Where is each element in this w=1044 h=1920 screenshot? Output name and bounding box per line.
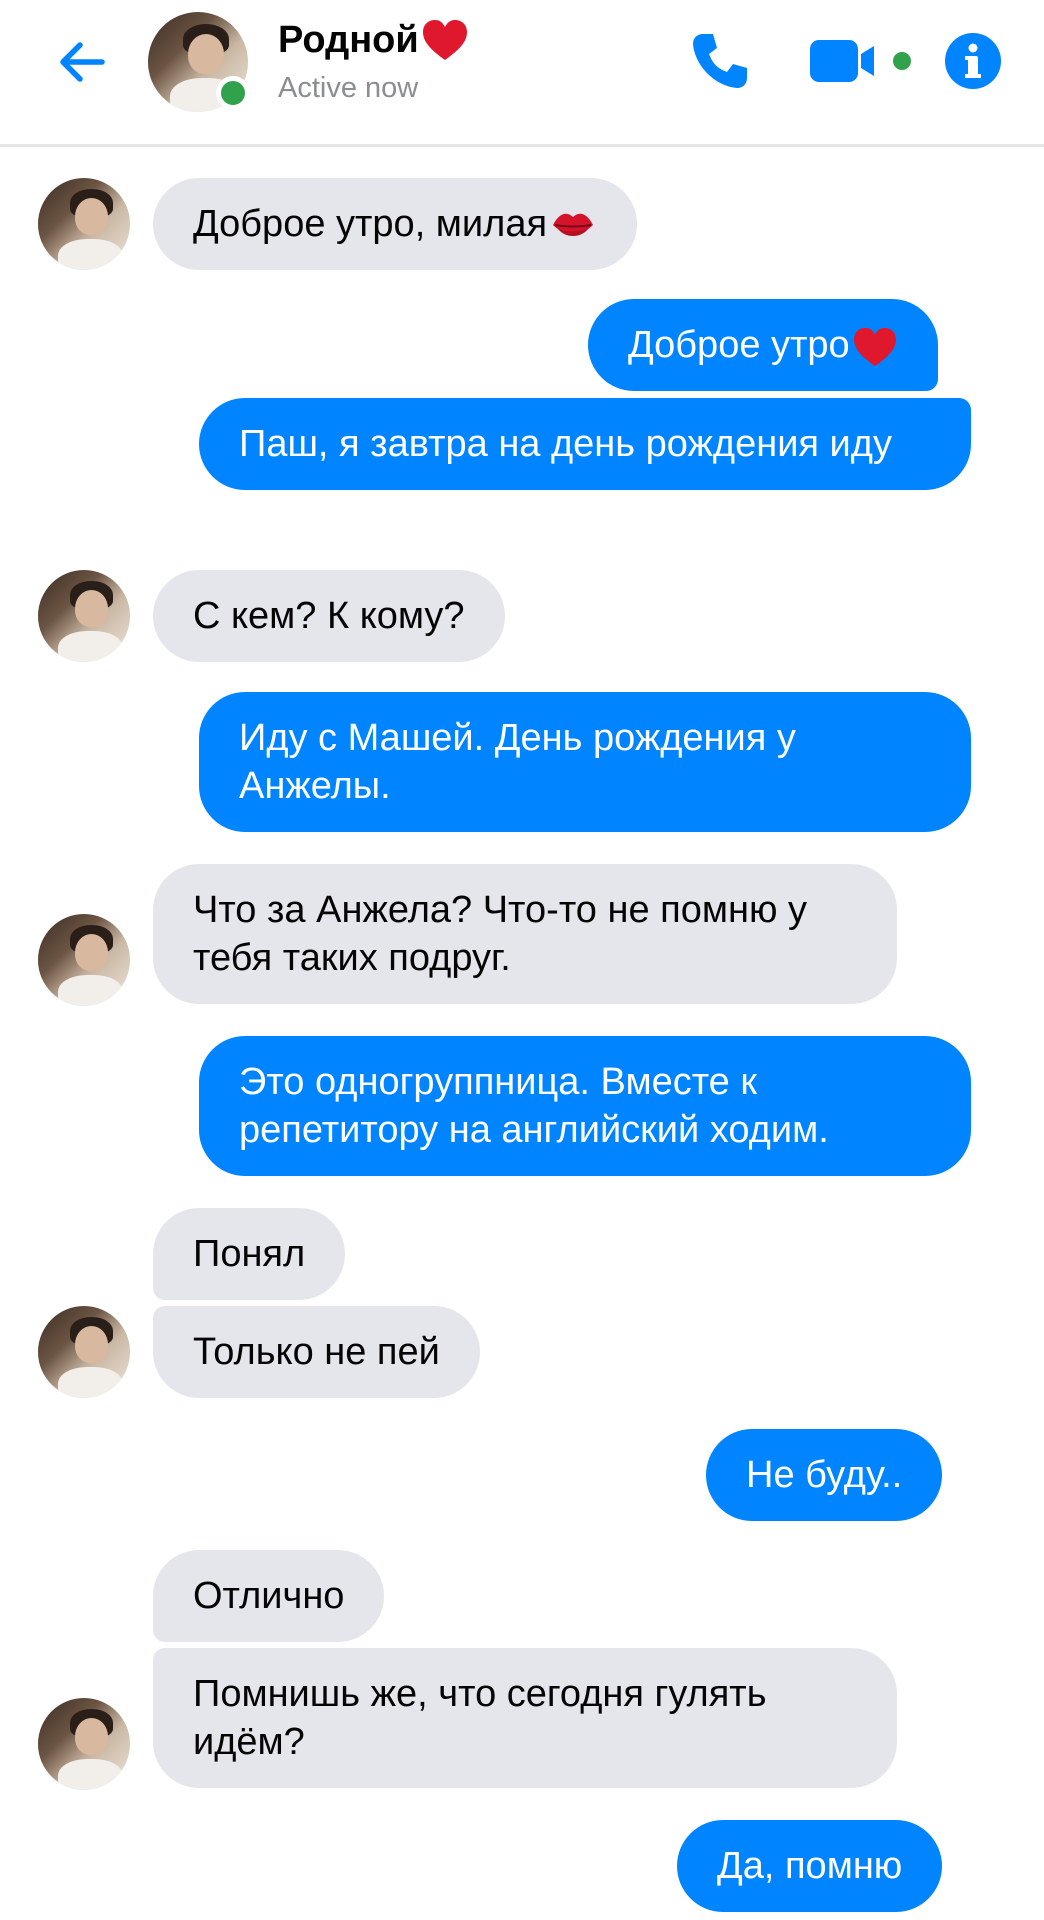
message-text: Отлично xyxy=(193,1575,345,1617)
message-thread[interactable]: Доброе утро, милая Доброе утро Паш, я за… xyxy=(0,146,1044,1920)
outgoing-message[interactable]: Это одногруппница. Вместе к репетитору н… xyxy=(199,1036,971,1176)
message-text: С кем? К кому? xyxy=(193,595,465,637)
contact-status: Active now xyxy=(278,72,419,104)
message-text: Не буду.. xyxy=(746,1454,903,1496)
incoming-message[interactable]: Помнишь же, что сегодня гулять идём? xyxy=(153,1648,897,1788)
incoming-message[interactable]: Отлично xyxy=(153,1550,385,1642)
incoming-message[interactable]: Доброе утро, милая xyxy=(153,178,638,270)
contact-avatar[interactable] xyxy=(38,178,130,270)
info-icon xyxy=(945,33,1001,89)
phone-icon xyxy=(693,34,747,88)
outgoing-message[interactable]: Иду с Машей. День рождения у Анжелы. xyxy=(199,692,971,832)
message-text: Только не пей xyxy=(193,1331,440,1373)
message-text: Что за Анжела? Что-то не помню у тебя та… xyxy=(193,889,808,979)
message-text: Доброе утро, милая xyxy=(193,203,548,245)
message-text: Иду с Машей. День рождения у Анжелы. xyxy=(239,717,796,807)
video-camera-icon xyxy=(810,40,911,82)
incoming-message[interactable]: Только не пей xyxy=(153,1306,480,1398)
chat-header: Родной Active now xyxy=(0,0,1044,147)
incoming-message[interactable]: Что за Анжела? Что-то не помню у тебя та… xyxy=(153,864,897,1004)
contact-avatar[interactable] xyxy=(38,1306,130,1398)
incoming-message[interactable]: Понял xyxy=(153,1208,346,1300)
arrow-left-icon xyxy=(60,42,105,82)
message-text: Паш, я завтра на день рождения иду xyxy=(239,423,892,465)
contact-name-text: Родной xyxy=(278,18,419,61)
message-text: Это одногруппница. Вместе к репетитору н… xyxy=(239,1061,829,1151)
contact-avatar[interactable] xyxy=(38,570,130,662)
contact-avatar-button[interactable] xyxy=(148,12,250,112)
incoming-message[interactable]: С кем? К кому? xyxy=(153,570,505,662)
outgoing-message[interactable]: Да, помню xyxy=(677,1820,943,1912)
conversation-info-button[interactable] xyxy=(942,30,1004,92)
message-text: Да, помню xyxy=(717,1845,903,1887)
online-status-dot xyxy=(216,76,250,110)
kiss-mark-icon xyxy=(553,213,594,236)
red-heart-icon xyxy=(422,20,467,60)
message-text: Доброе утро xyxy=(628,324,850,366)
outgoing-message[interactable]: Не буду.. xyxy=(706,1429,943,1521)
contact-avatar[interactable] xyxy=(38,914,130,1006)
video-call-button[interactable] xyxy=(808,34,918,88)
voice-call-button[interactable] xyxy=(680,26,760,96)
contact-avatar[interactable] xyxy=(38,1698,130,1790)
back-button[interactable] xyxy=(50,30,114,94)
red-heart-icon xyxy=(853,327,896,367)
contact-name[interactable]: Родной xyxy=(278,18,469,62)
message-text: Понял xyxy=(193,1233,306,1275)
outgoing-message[interactable]: Паш, я завтра на день рождения иду xyxy=(199,398,971,490)
message-text: Помнишь же, что сегодня гулять идём? xyxy=(193,1673,767,1763)
outgoing-message[interactable]: Доброе утро xyxy=(588,299,938,391)
